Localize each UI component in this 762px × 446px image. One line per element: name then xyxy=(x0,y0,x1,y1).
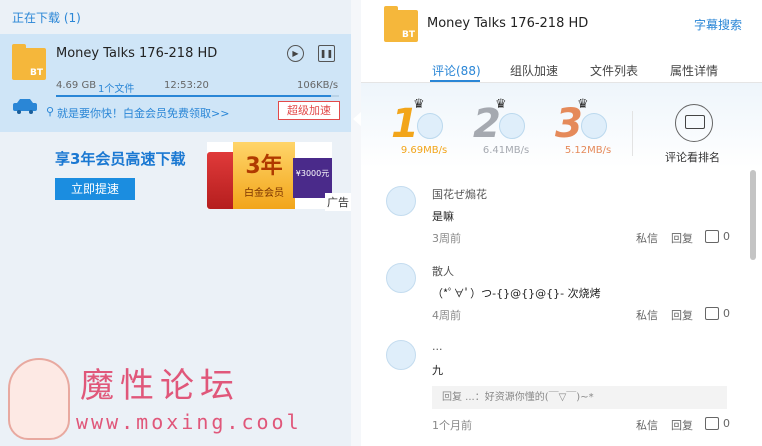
download-title: Money Talks 176-218 HD xyxy=(56,46,218,61)
reply-button[interactable]: 回复 xyxy=(671,307,693,323)
reply-button[interactable]: 回复 xyxy=(671,417,693,433)
thumbs-up-icon[interactable] xyxy=(705,417,719,430)
private-message-button[interactable]: 私信 xyxy=(636,417,658,433)
comment-user[interactable]: 散人 xyxy=(432,263,454,279)
ad-side-card: ¥3000元 xyxy=(293,158,332,198)
download-progress-bar xyxy=(56,95,339,97)
bird-avatar-icon xyxy=(499,113,525,139)
bird-avatar-icon xyxy=(581,113,607,139)
comment-time: 4周前 xyxy=(432,309,461,322)
download-speed: 106KB/s xyxy=(297,80,339,91)
private-message-button[interactable]: 私信 xyxy=(636,307,658,323)
detail-tabs: 评论(88) 组队加速 文件列表 属性详情 xyxy=(361,62,762,82)
comment-text: 九 xyxy=(432,364,443,377)
ad-banner[interactable]: 3年 白金会员 ¥3000元 xyxy=(207,142,332,209)
tab-comments[interactable]: 评论(88) xyxy=(432,62,481,79)
ad-speedup-button[interactable]: 立即提速 xyxy=(55,178,135,200)
downloading-header[interactable]: 正在下载 (1) xyxy=(12,9,81,26)
mascot-face-icon xyxy=(8,358,70,440)
watermark-url: www.moxing.cool xyxy=(76,410,302,434)
comment-time: 3周前 xyxy=(432,232,461,245)
comment-item: ... 九 回复 ...：好资源你懂的(￣▽￣)~* 1个月前 私信 回复 0 xyxy=(361,340,749,446)
watermark-title: 魔性论坛 xyxy=(80,366,240,406)
ad-title[interactable]: 享3年会员高速下载 xyxy=(55,148,185,169)
user-avatar[interactable] xyxy=(386,186,416,216)
download-files-link[interactable]: 1个文件 xyxy=(98,80,134,95)
comment-text: 是嘛 xyxy=(432,210,454,223)
download-elapsed: 12:53:20 xyxy=(164,80,209,91)
comments-scrollbar[interactable] xyxy=(750,170,756,260)
comment-text: （*ﾟ∀ﾟ）つ-{}@{}@{}- 次烧烤 xyxy=(432,287,601,300)
thumbs-up-icon[interactable] xyxy=(705,307,719,320)
detail-panel: BT Money Talks 176-218 HD 字幕搜索 评论(88) 组队… xyxy=(351,0,762,446)
comment-ranking-label[interactable]: 评论看排名 xyxy=(665,149,720,165)
detail-title: Money Talks 176-218 HD xyxy=(427,16,589,31)
open-folder-button[interactable]: ▶ xyxy=(287,45,304,62)
speed-ranking: 1 ♛ 9.69MB/s 2 ♛ 6.41MB/s 3 ♛ 5.12MB/s 评… xyxy=(361,83,762,168)
private-message-button[interactable]: 私信 xyxy=(636,230,658,246)
ad-tag: 广告 xyxy=(325,193,351,211)
reply-quote: 回复 ...：好资源你懂的(￣▽￣)~* xyxy=(432,386,727,409)
comment-item: 散人 （*ﾟ∀ﾟ）つ-{}@{}@{}- 次烧烤 4周前 私信 回复 0 xyxy=(361,263,749,323)
bt-file-icon: BT xyxy=(384,6,418,42)
like-count: 0 xyxy=(723,307,730,320)
panel-divider xyxy=(351,0,361,446)
watermark: 魔性论坛 www.moxing.cool xyxy=(8,358,338,444)
tab-team-speedup[interactable]: 组队加速 xyxy=(510,62,558,79)
rank-first[interactable]: 1 ♛ 9.69MB/s xyxy=(389,97,459,157)
panel-pointer xyxy=(353,112,361,126)
like-count: 0 xyxy=(723,417,730,430)
comment-user[interactable]: 国花ぜ煽花 xyxy=(432,186,487,202)
rank-third[interactable]: 3 ♛ 5.12MB/s xyxy=(553,97,623,157)
crown-icon: ♛ xyxy=(577,97,589,112)
download-progress-fill xyxy=(56,95,331,97)
download-panel: 正在下载 (1) BT Money Talks 176-218 HD ▶ ❚❚ … xyxy=(0,0,351,446)
pause-button[interactable]: ❚❚ xyxy=(318,45,335,62)
tab-file-list[interactable]: 文件列表 xyxy=(590,62,638,79)
crown-icon: ♛ xyxy=(413,97,425,112)
comment-time: 1个月前 xyxy=(432,419,472,432)
super-speed-button[interactable]: 超级加速 xyxy=(278,101,340,120)
ranking-divider xyxy=(632,111,633,156)
subtitle-search-link[interactable]: 字幕搜索 xyxy=(694,16,742,33)
comment-user[interactable]: ... xyxy=(432,340,443,353)
comment-item: 国花ぜ煽花 是嘛 3周前 私信 回复 0 xyxy=(361,186,749,246)
tab-properties[interactable]: 属性详情 xyxy=(670,62,718,79)
location-pin-icon: ⚲ xyxy=(46,105,55,118)
vip-badge: 3年 白金会员 xyxy=(233,142,295,209)
rank-second[interactable]: 2 ♛ 6.41MB/s xyxy=(471,97,541,157)
car-icon[interactable] xyxy=(12,98,38,114)
like-count: 0 xyxy=(723,230,730,243)
user-avatar[interactable] xyxy=(386,263,416,293)
crown-icon: ♛ xyxy=(495,97,507,112)
bird-avatar-icon xyxy=(417,113,443,139)
reply-button[interactable]: 回复 xyxy=(671,230,693,246)
comment-ranking-icon[interactable] xyxy=(675,104,713,142)
vip-promo-link[interactable]: 就是要你快！白金会员免费领取>> xyxy=(57,105,229,121)
download-size: 4.69 GB xyxy=(56,80,97,91)
user-avatar[interactable] xyxy=(386,340,416,370)
thumbs-up-icon[interactable] xyxy=(705,230,719,243)
bt-file-icon: BT xyxy=(12,44,46,80)
download-item[interactable]: BT Money Talks 176-218 HD ▶ ❚❚ 4.69 GB 1… xyxy=(0,34,351,132)
